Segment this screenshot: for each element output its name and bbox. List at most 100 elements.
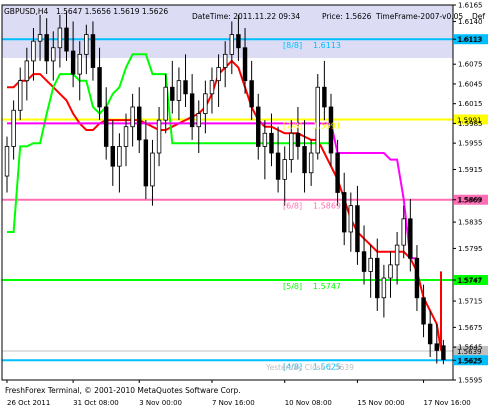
candle-body bbox=[282, 159, 287, 180]
y-tick-label: 1.5955 bbox=[458, 140, 483, 148]
candle-body bbox=[176, 80, 182, 101]
candle-body bbox=[256, 106, 261, 147]
candle-body bbox=[289, 132, 294, 161]
candle-body bbox=[196, 113, 201, 128]
candle-body bbox=[414, 257, 420, 299]
y-tick-label: 1.5645 bbox=[458, 344, 483, 352]
y-tick-label: 1.5869 bbox=[458, 196, 483, 204]
candle-body bbox=[123, 126, 129, 147]
candle-body bbox=[249, 80, 254, 108]
y-tick-label: 1.6015 bbox=[458, 100, 483, 108]
candle-body bbox=[163, 86, 168, 121]
y-tick-label: 1.5715 bbox=[458, 298, 483, 306]
candle-body bbox=[295, 132, 301, 147]
candle-body bbox=[31, 40, 36, 62]
candle-body bbox=[381, 277, 387, 299]
y-tick-label: 1.6113 bbox=[458, 36, 483, 44]
yesterday-close-label: Yesterday Close 1.5639 bbox=[265, 363, 354, 372]
candle-body bbox=[361, 251, 367, 272]
candle-body bbox=[137, 106, 142, 141]
murrey-level-label: [6/8] bbox=[283, 202, 302, 211]
candle-body bbox=[209, 80, 215, 95]
x-tick-label: 3 Nov 00:00 bbox=[139, 399, 182, 407]
candle-body bbox=[229, 34, 235, 55]
candle-body bbox=[394, 244, 400, 266]
candle-body bbox=[64, 27, 69, 52]
candle-body bbox=[216, 67, 221, 82]
datetime-label: DateTime: 2011.11.22 09:34 bbox=[192, 12, 300, 21]
candle-body bbox=[441, 345, 446, 361]
y-tick-label: 1.5595 bbox=[458, 377, 483, 385]
candle-body bbox=[275, 152, 281, 180]
candle-body bbox=[117, 146, 122, 167]
candle-body bbox=[427, 323, 433, 345]
x-tick-label: 31 Oct 08:00 bbox=[73, 399, 119, 407]
candle-body bbox=[97, 67, 102, 108]
candle-body bbox=[203, 93, 208, 114]
murrey-level-value: 1.5747 bbox=[313, 282, 341, 291]
candle-body bbox=[24, 60, 30, 82]
y-tick-label: 1.5747 bbox=[458, 277, 483, 285]
murrey-level-value: 1.5991 bbox=[313, 121, 341, 130]
candle-body bbox=[11, 109, 16, 147]
candle-body bbox=[77, 53, 82, 75]
candle-body bbox=[110, 146, 116, 167]
x-tick-label: 7 Nov 16:00 bbox=[212, 399, 255, 407]
timeframe-label: TimeFrame-2007-v0.05 bbox=[375, 12, 463, 21]
candle-body bbox=[90, 34, 96, 68]
candle-body bbox=[18, 80, 23, 111]
x-tick-label: 15 Nov 00:00 bbox=[357, 399, 404, 407]
murrey-level-value: 1.5869 bbox=[313, 202, 341, 211]
def-label: Def bbox=[472, 12, 485, 21]
candle-body bbox=[388, 264, 393, 279]
murrey-level-value: 1.6113 bbox=[313, 41, 341, 50]
candle-body bbox=[322, 86, 327, 108]
candle-body bbox=[368, 257, 373, 272]
candle-body bbox=[302, 146, 307, 174]
candle-body bbox=[421, 297, 426, 325]
x-tick-label: 10 Nov 08:00 bbox=[285, 399, 332, 407]
candle-body bbox=[4, 146, 10, 177]
candle-body bbox=[222, 53, 228, 68]
candle-body bbox=[150, 152, 155, 187]
murrey-level-label: [5/8] bbox=[283, 282, 302, 291]
candle-body bbox=[37, 34, 43, 42]
candle-body bbox=[375, 257, 380, 299]
candle-body bbox=[143, 139, 149, 187]
candle-body bbox=[408, 218, 413, 259]
candle-body bbox=[355, 205, 360, 253]
candle-body bbox=[103, 106, 109, 147]
candle-body bbox=[44, 34, 49, 62]
candle-body bbox=[315, 86, 320, 154]
y-tick-label: 1.5625 bbox=[458, 357, 483, 365]
price-chart: [8/8] 1.6113 [7/8] 1.5991 [6/8] 1.5869 [5/8] 1.… bbox=[0, 0, 489, 411]
candle-body bbox=[308, 152, 314, 174]
x-tick-label: 17 Nov 16:00 bbox=[424, 399, 471, 407]
symbol-label: GBPUSD,H4 bbox=[4, 7, 49, 16]
y-tick-label: 1.5795 bbox=[458, 245, 483, 253]
candle-body bbox=[236, 34, 241, 49]
y-tick-label: 1.5915 bbox=[458, 166, 483, 174]
murrey-level-label: [7/8] bbox=[283, 121, 302, 130]
x-tick-label: 26 Oct 2011 bbox=[7, 399, 50, 407]
candle-body bbox=[341, 192, 347, 233]
candle-body bbox=[242, 47, 248, 82]
y-tick-label: 1.6165 bbox=[458, 2, 483, 10]
candle-body bbox=[156, 119, 162, 154]
price-label: Price: 1.5626 bbox=[322, 12, 372, 21]
candle-body bbox=[57, 27, 63, 49]
candle-body bbox=[84, 34, 89, 55]
candle-body bbox=[130, 106, 135, 128]
candle-body bbox=[183, 80, 188, 95]
ohlc-label: 1.5647 1.5656 1.5619 1.5626 bbox=[56, 7, 168, 16]
candle-body bbox=[401, 218, 406, 246]
candle-body bbox=[262, 132, 268, 147]
candle-body bbox=[335, 152, 340, 193]
y-tick-label: 1.6045 bbox=[458, 80, 483, 88]
y-tick-label: 1.6075 bbox=[458, 61, 483, 69]
candle-body bbox=[348, 205, 354, 233]
candle-body bbox=[70, 50, 76, 75]
candle-body bbox=[434, 343, 439, 351]
candle-body bbox=[189, 93, 195, 128]
murrey-level-label: [8/8] bbox=[283, 41, 302, 50]
